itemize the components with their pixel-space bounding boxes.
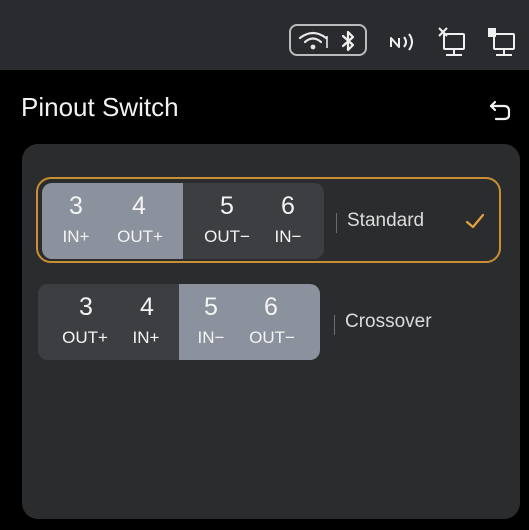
pinout-options-panel: 3 IN+ 4 OUT+ 5 OUT− 6 IN− Standard 3 OUT… xyxy=(22,144,520,519)
ethernet-disconnected-icon xyxy=(437,26,471,58)
nfc-icon xyxy=(388,30,418,54)
pin-signal: IN− xyxy=(274,227,302,246)
back-button[interactable] xyxy=(487,97,513,123)
page-header: Pinout Switch xyxy=(0,70,529,144)
pin-signal: IN+ xyxy=(132,328,160,347)
pin-pair-5-6: 5 OUT− 6 IN− xyxy=(183,183,324,259)
back-arrow-icon xyxy=(489,100,511,121)
pin-pair-5-6: 5 IN− 6 OUT− xyxy=(179,284,320,360)
option-label-crossover: Crossover xyxy=(345,311,432,332)
ethernet-connected-icon xyxy=(487,26,521,58)
pin-pair-3-4: 3 OUT+ 4 IN+ xyxy=(38,284,179,360)
pin-number: 4 xyxy=(132,192,146,220)
pin-number: 5 xyxy=(204,293,218,321)
status-bar xyxy=(0,0,529,70)
option-standard[interactable]: 3 IN+ 4 OUT+ 5 OUT− 6 IN− Standard xyxy=(36,177,501,263)
pin-number: 4 xyxy=(140,293,154,321)
pin-signal: IN+ xyxy=(62,227,90,246)
check-icon xyxy=(465,211,485,231)
option-crossover[interactable]: 3 OUT+ 4 IN+ 5 IN− 6 OUT− Crossover xyxy=(36,281,501,367)
option-divider xyxy=(334,315,335,335)
pin-pair-3-4: 3 IN+ 4 OUT+ xyxy=(42,183,183,259)
option-label-standard: Standard xyxy=(347,210,425,231)
pin-signal: OUT+ xyxy=(117,227,163,246)
pin-signal: OUT− xyxy=(249,328,295,347)
pinout-diagram-standard: 3 IN+ 4 OUT+ 5 OUT− 6 IN− xyxy=(42,183,324,259)
pin-number: 6 xyxy=(264,293,278,321)
option-divider xyxy=(336,213,337,233)
pin-number: 3 xyxy=(69,192,83,220)
wifi-icon xyxy=(297,30,329,52)
pinout-diagram-crossover: 3 OUT+ 4 IN+ 5 IN− 6 OUT− xyxy=(38,284,320,360)
page-title: Pinout Switch xyxy=(21,92,179,122)
bluetooth-icon xyxy=(340,29,356,53)
pin-number: 5 xyxy=(220,192,234,220)
pin-number: 3 xyxy=(79,293,93,321)
pin-number: 6 xyxy=(281,192,295,220)
